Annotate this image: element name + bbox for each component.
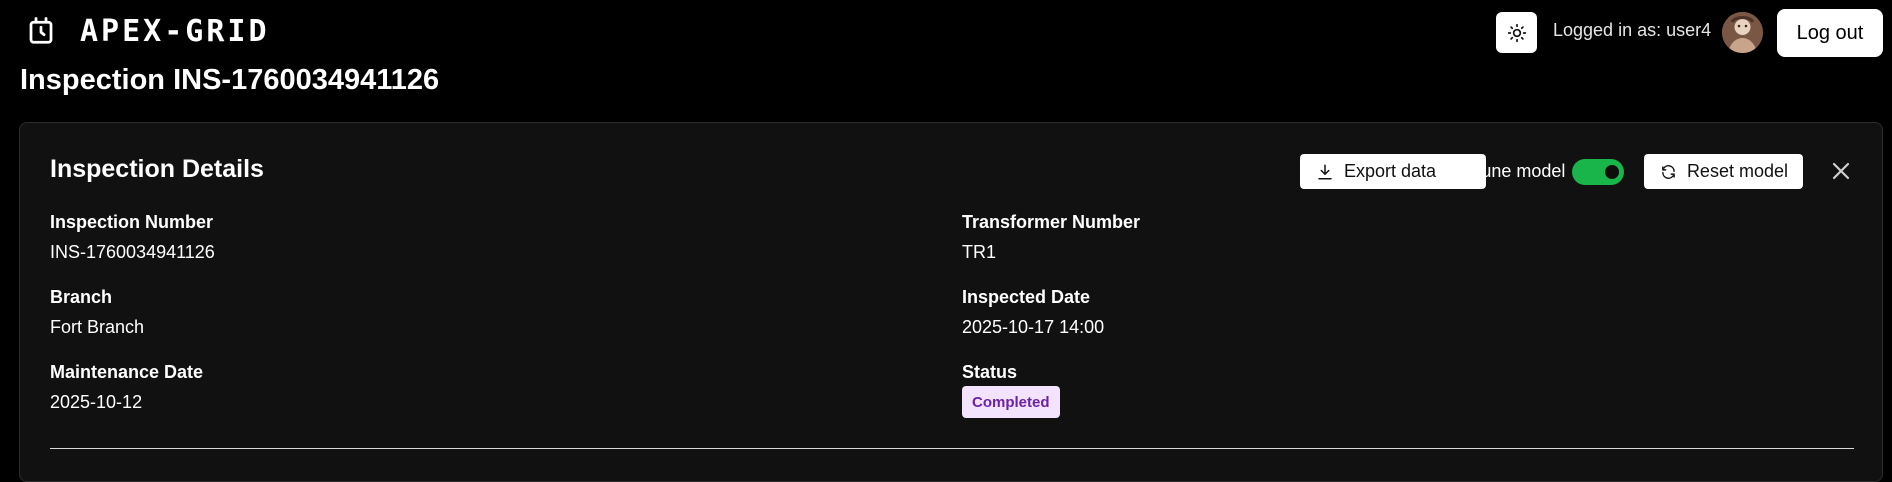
- theme-toggle-button[interactable]: [1496, 12, 1537, 53]
- inspected-date-label: Inspected Date: [962, 287, 1091, 307]
- tune-model-toggle[interactable]: [1572, 159, 1624, 185]
- maintenance-date-value: 2025-10-12: [50, 392, 143, 412]
- brand-name: APEX-GRID: [80, 13, 270, 49]
- page-title: Inspection INS-1760034941126: [20, 64, 440, 96]
- logout-button[interactable]: Log out: [1777, 9, 1883, 57]
- top-bar: APEX-GRID Logged in as: user4 Log out: [0, 0, 1892, 62]
- inspection-details-card: Inspection Details Export data Tune mode…: [19, 122, 1883, 482]
- status-label: Status: [962, 362, 1018, 382]
- brand[interactable]: APEX-GRID: [26, 12, 270, 50]
- transformer-number-label: Transformer Number: [962, 212, 1141, 232]
- inspection-number-value: INS-1760034941126: [50, 242, 215, 262]
- maintenance-date-label: Maintenance Date: [50, 362, 204, 382]
- reset-model-button[interactable]: Reset model: [1644, 154, 1803, 189]
- toggle-knob: [1605, 165, 1619, 179]
- close-button[interactable]: [1828, 158, 1854, 184]
- inspection-number-label: Inspection Number: [50, 212, 214, 232]
- transformer-number-value: TR1: [962, 242, 997, 262]
- avatar[interactable]: [1722, 12, 1763, 53]
- sun-icon: [1507, 23, 1526, 42]
- branch-value: Fort Branch: [50, 317, 145, 337]
- card-title: Inspection Details: [50, 155, 264, 183]
- branch-label: Branch: [50, 287, 113, 307]
- export-data-button[interactable]: Export data: [1300, 154, 1486, 189]
- battery-clock-icon: [29, 17, 53, 44]
- avatar-image: [1722, 12, 1763, 53]
- close-icon: [1832, 162, 1850, 180]
- inspected-date-value: 2025-10-17 14:00: [962, 317, 1105, 337]
- download-icon: [1318, 164, 1332, 179]
- export-data-label: Export data: [1344, 161, 1437, 181]
- divider: [50, 448, 1854, 449]
- status-badge: Completed: [962, 386, 1060, 418]
- logged-in-label: Logged in as: user4: [1553, 20, 1712, 40]
- reset-model-label: Reset model: [1686, 161, 1788, 181]
- tune-model-label: Tune model: [1471, 161, 1566, 181]
- refresh-icon: [1662, 164, 1675, 179]
